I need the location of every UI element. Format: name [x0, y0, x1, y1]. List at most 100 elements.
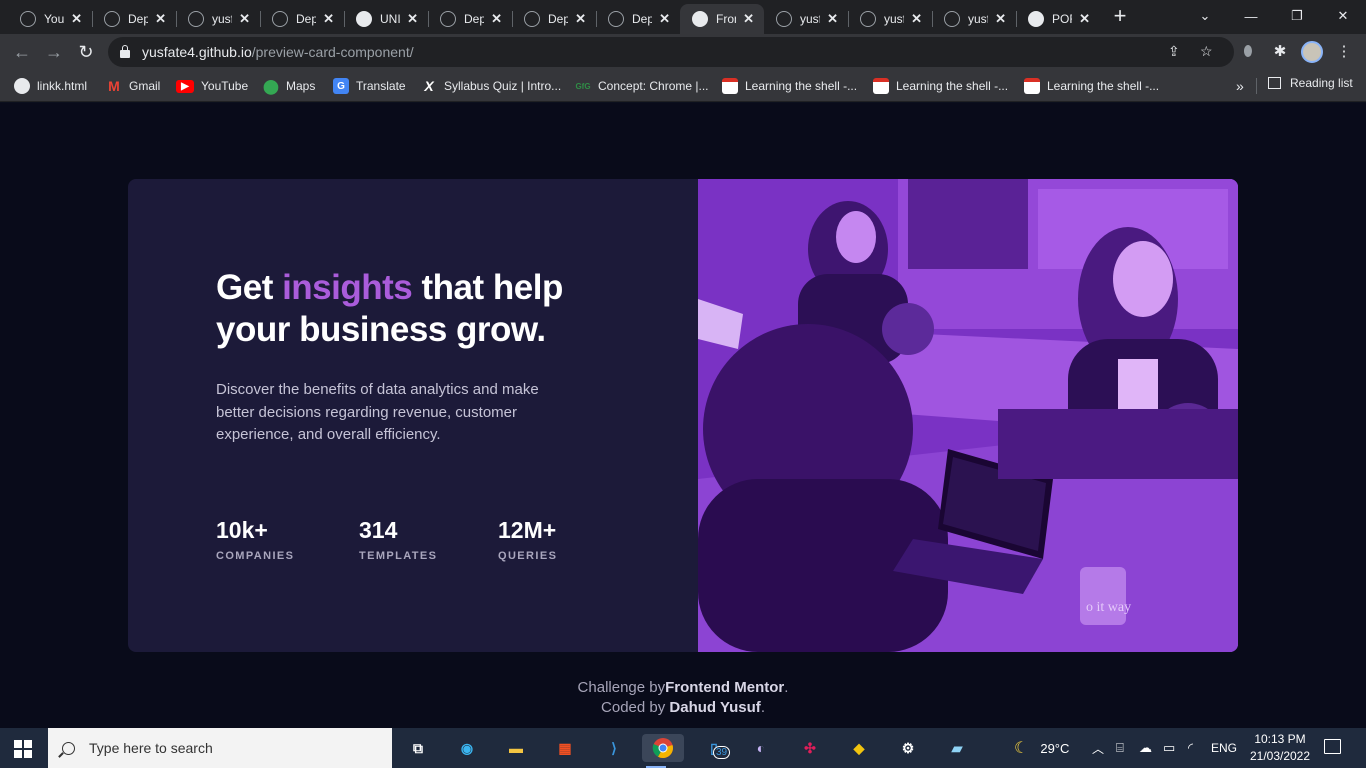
browser-tab[interactable]: yusf ✕: [176, 4, 260, 34]
github-icon: [524, 11, 540, 27]
gitkraken-icon[interactable]: ◆: [845, 734, 873, 762]
address-bar[interactable]: yusfate4.github.io /preview-card-compone…: [108, 37, 1234, 67]
browser-tab[interactable]: Dep ✕: [92, 4, 176, 34]
back-arrow-icon[interactable]: ←: [10, 40, 34, 64]
gmail-icon: M: [108, 78, 120, 94]
slack-icon[interactable]: ✣: [796, 734, 824, 762]
tab-title: Dep: [548, 12, 568, 26]
close-icon[interactable]: ✕: [911, 11, 922, 27]
bookmark-item[interactable]: X Syllabus Quiz | Intro...: [421, 76, 561, 96]
close-icon[interactable]: ✕: [995, 11, 1006, 27]
notepad-icon[interactable]: ▰: [943, 734, 971, 762]
close-icon[interactable]: ✕: [323, 11, 334, 27]
puzzle-icon[interactable]: ✱: [1268, 40, 1292, 64]
notification-center-icon[interactable]: [1324, 739, 1341, 754]
close-icon[interactable]: ✕: [827, 11, 838, 27]
onedrive-icon[interactable]: ☁: [1139, 728, 1152, 768]
browser-tab[interactable]: Your ✕: [8, 4, 92, 34]
phone-icon[interactable]: ▯39: [700, 734, 731, 762]
bookmark-item[interactable]: G Translate: [333, 76, 406, 96]
browser-tab[interactable]: yusf ✕: [764, 4, 848, 34]
bookmark-divider: [1256, 78, 1257, 94]
window-close-icon[interactable]: ✕: [1320, 0, 1366, 32]
browser-tab[interactable]: Dep ✕: [260, 4, 344, 34]
browser-tab[interactable]: Dep ✕: [428, 4, 512, 34]
tray-chevron-icon[interactable]: ︿: [1092, 728, 1104, 768]
github-icon: [608, 11, 624, 27]
url-host: yusfate4.github.io: [142, 44, 252, 60]
file-explorer-icon[interactable]: ▬: [502, 734, 530, 762]
reading-list-label: Reading list: [1290, 76, 1353, 90]
bookmark-item[interactable]: ⬤ Maps: [263, 76, 315, 96]
tab-title: Your: [44, 12, 64, 26]
browser-tab[interactable]: UNI ✕: [344, 4, 428, 34]
language-indicator[interactable]: ENG: [1211, 728, 1237, 768]
globe-icon: [356, 11, 372, 27]
gfg-icon: GfG: [575, 81, 591, 91]
browser-tab[interactable]: Dep ✕: [512, 4, 596, 34]
globe-icon: [1028, 11, 1044, 27]
browser-tab[interactable]: yusf ✕: [848, 4, 932, 34]
reload-icon[interactable]: ↻: [74, 40, 98, 64]
extension-icon[interactable]: ⬮: [1236, 40, 1260, 64]
bookmark-star-icon[interactable]: ☆: [1200, 43, 1213, 60]
windows-start-icon[interactable]: [14, 740, 32, 758]
tab-search-icon[interactable]: ⌄: [1182, 0, 1228, 32]
lock-icon[interactable]: [120, 44, 130, 58]
close-icon[interactable]: ✕: [743, 11, 754, 27]
taskbar-search[interactable]: Type here to search: [48, 728, 392, 768]
close-icon[interactable]: ✕: [155, 11, 166, 27]
bookmark-item[interactable]: M Gmail: [106, 76, 160, 96]
battery-icon[interactable]: ▭: [1163, 728, 1175, 768]
bookmark-item[interactable]: Learning the shell -...: [1024, 76, 1159, 96]
settings-gear-icon[interactable]: ⚙: [894, 734, 922, 762]
author-link[interactable]: Dahud Yusuf: [669, 699, 760, 716]
close-icon[interactable]: ✕: [1079, 11, 1090, 27]
browser-tab-active[interactable]: Fron ✕: [680, 4, 764, 34]
menu-icon[interactable]: ⋮: [1332, 40, 1356, 64]
tab-title: yusf: [212, 12, 232, 26]
close-icon[interactable]: ✕: [575, 11, 586, 27]
share-icon[interactable]: ⇪: [1168, 43, 1180, 60]
close-icon[interactable]: ✕: [239, 11, 250, 27]
bookmark-item[interactable]: ▶ YouTube: [176, 76, 248, 96]
close-icon[interactable]: ✕: [491, 11, 502, 27]
more-bookmarks-icon[interactable]: »: [1236, 76, 1244, 96]
bookmark-item[interactable]: linkk.html: [14, 76, 87, 96]
profile-avatar[interactable]: [1301, 41, 1323, 63]
close-icon[interactable]: ✕: [407, 11, 418, 27]
reading-list-button[interactable]: Reading list: [1268, 76, 1353, 90]
browser-tab[interactable]: yusf ✕: [932, 4, 1016, 34]
eclipse-icon[interactable]: ◐: [747, 734, 775, 762]
new-tab-button[interactable]: +: [1110, 4, 1130, 30]
browser-tab[interactable]: Dep ✕: [596, 4, 680, 34]
bookmark-item[interactable]: Learning the shell -...: [722, 76, 857, 96]
vscode-icon[interactable]: ⟩: [600, 734, 628, 762]
bookmark-item[interactable]: GfG Concept: Chrome |...: [575, 76, 709, 96]
stat-value: 10k+: [216, 517, 268, 543]
frontend-mentor-link[interactable]: Frontend Mentor: [665, 679, 784, 696]
search-placeholder: Type here to search: [89, 740, 213, 756]
taskbar-clock[interactable]: 10:13 PM 21/03/2022: [1240, 731, 1320, 765]
task-view-icon[interactable]: ⧉: [404, 734, 432, 762]
bookmark-item[interactable]: Learning the shell -...: [873, 76, 1008, 96]
close-icon[interactable]: ✕: [71, 11, 82, 27]
bookmark-label: Concept: Chrome |...: [598, 79, 709, 93]
wifi-icon[interactable]: ◜: [1188, 728, 1193, 768]
browser-tab[interactable]: POF ✕: [1016, 4, 1100, 34]
forward-arrow-icon[interactable]: →: [42, 40, 66, 64]
preview-card: Get insights that help your business gro…: [128, 179, 1238, 652]
attribution-prefix: Challenge by: [577, 679, 666, 696]
minimize-icon[interactable]: —: [1228, 0, 1274, 32]
tab-title: Dep: [128, 12, 148, 26]
clock-date: 21/03/2022: [1249, 749, 1311, 763]
stat-label: QUERIES: [498, 550, 558, 562]
store-icon[interactable]: ▦: [551, 734, 579, 762]
close-icon[interactable]: ✕: [659, 11, 670, 27]
meet-now-icon[interactable]: ⌸: [1116, 728, 1124, 768]
restore-icon[interactable]: ❐: [1274, 0, 1320, 32]
chrome-icon[interactable]: [642, 734, 684, 768]
windows-taskbar: Type here to search ⧉ ◉ ▬ ▦ ⟩ ▯39 ◐ ✣ ◆ …: [0, 728, 1366, 768]
edge-icon[interactable]: ◉: [453, 734, 481, 762]
weather-widget[interactable]: ☾ 29°C: [1014, 728, 1069, 768]
